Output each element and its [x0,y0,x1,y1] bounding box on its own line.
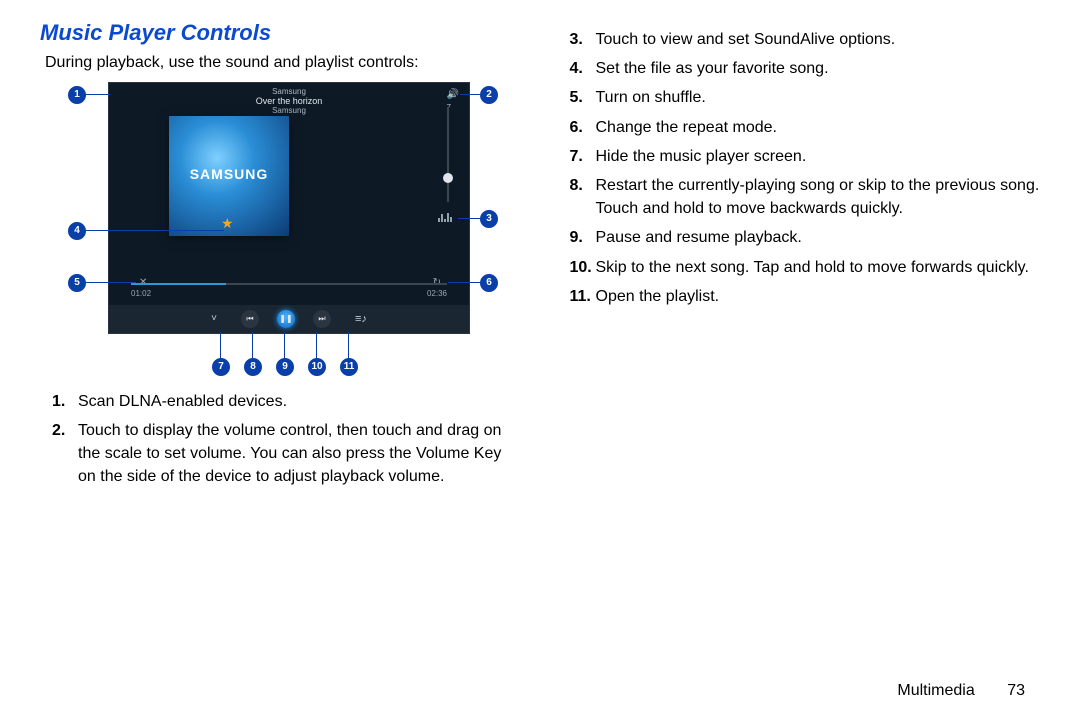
list-text: Open the playlist. [596,288,720,305]
callout-11: 11 [340,358,358,376]
intro-text: During playback, use the sound and playl… [45,52,523,74]
leader-10 [316,332,317,360]
list-item: 1. Scan DLNA-enabled devices. [52,390,523,413]
leader-2 [460,94,482,95]
track-title: Over the horizon [109,96,469,106]
list-number: 5. [570,86,583,109]
volume-icon[interactable]: 🔊 [447,89,459,100]
list-number: 10. [570,256,592,279]
list-number: 4. [570,57,583,80]
callout-9: 9 [276,358,294,376]
list-item: 2. Touch to display the volume control, t… [52,419,523,489]
next-button[interactable]: ⏭ [313,310,331,328]
leader-5 [84,282,136,283]
list-item: 10.Skip to the next song. Tap and hold t… [570,256,1041,279]
list-item: 3. Touch to view and set SoundAlive optio… [570,28,1041,51]
list-text: Hide the music player screen. [596,148,807,165]
callout-1: 1 [68,86,86,104]
leader-3 [458,218,482,219]
callout-8: 8 [244,358,262,376]
right-list: 3. Touch to view and set SoundAlive optio… [558,28,1041,308]
list-number: 8. [570,174,583,197]
callout-10: 10 [308,358,326,376]
list-item: 8. Restart the currently-playing song or … [570,174,1041,220]
list-number: 6. [570,116,583,139]
list-number: 1. [52,390,65,413]
list-item: 7. Hide the music player screen. [570,145,1041,168]
list-text: Pause and resume playback. [596,229,802,246]
footer-section: Multimedia [897,682,974,699]
leader-11 [348,332,349,360]
artist-bottom: Samsung [109,106,469,115]
artist-top: Samsung [109,87,469,96]
leader-6 [448,282,482,283]
leader-4 [84,230,224,231]
list-item: 11. Open the playlist. [570,285,1041,308]
leader-8 [252,332,253,360]
leader-1 [84,94,110,95]
list-number: 9. [570,226,583,249]
list-item: 5. Turn on shuffle. [570,86,1041,109]
list-item: 6. Change the repeat mode. [570,116,1041,139]
callout-5: 5 [68,274,86,292]
list-text: Set the file as your favorite song. [596,60,829,77]
control-bar: ˅ ⏮ ❚❚ ⏭ ≡♪ [109,305,469,333]
section-heading: Music Player Controls [40,20,523,46]
list-number: 7. [570,145,583,168]
list-text: Change the repeat mode. [596,119,777,136]
equalizer-icon[interactable] [438,213,453,225]
callout-7: 7 [212,358,230,376]
list-text: Skip to the next song. Tap and hold to m… [596,259,1029,276]
leader-9 [284,332,285,360]
callout-3: 3 [480,210,498,228]
list-item: 4. Set the file as your favorite song. [570,57,1041,80]
page-footer: Multimedia 73 [897,682,1025,700]
list-number: 3. [570,28,583,51]
time-elapsed: 01:02 [131,289,151,298]
list-number: 11. [570,285,591,308]
callout-4: 4 [68,222,86,240]
figure: Samsung Over the horizon Samsung SAMSUNG… [60,82,500,382]
play-pause-button[interactable]: ❚❚ [277,310,295,328]
callout-6: 6 [480,274,498,292]
player-screenshot: Samsung Over the horizon Samsung SAMSUNG… [108,82,470,334]
chevron-down-icon[interactable]: ˅ [211,313,217,324]
volume-slider[interactable] [447,107,449,202]
footer-page: 73 [1007,682,1025,699]
list-text: Scan DLNA-enabled devices. [78,393,287,410]
left-list: 1. Scan DLNA-enabled devices. 2. Touch to d… [40,390,523,489]
album-art: SAMSUNG ★ [169,116,289,236]
leader-7 [220,332,221,360]
scrub-bar[interactable]: 01:02 02:36 [131,283,447,298]
list-text: Touch to view and set SoundAlive options… [596,31,896,48]
playlist-icon[interactable]: ≡♪ [355,313,367,325]
time-total: 02:36 [427,289,447,298]
album-brand: SAMSUNG [169,166,289,182]
list-text: Touch to display the volume control, the… [78,422,501,485]
list-number: 2. [52,419,65,442]
list-text: Turn on shuffle. [596,89,706,106]
callout-2: 2 [480,86,498,104]
volume-knob[interactable] [443,173,453,183]
list-text: Restart the currently-playing song or sk… [596,177,1040,217]
previous-button[interactable]: ⏮ [241,310,259,328]
list-item: 9. Pause and resume playback. [570,226,1041,249]
